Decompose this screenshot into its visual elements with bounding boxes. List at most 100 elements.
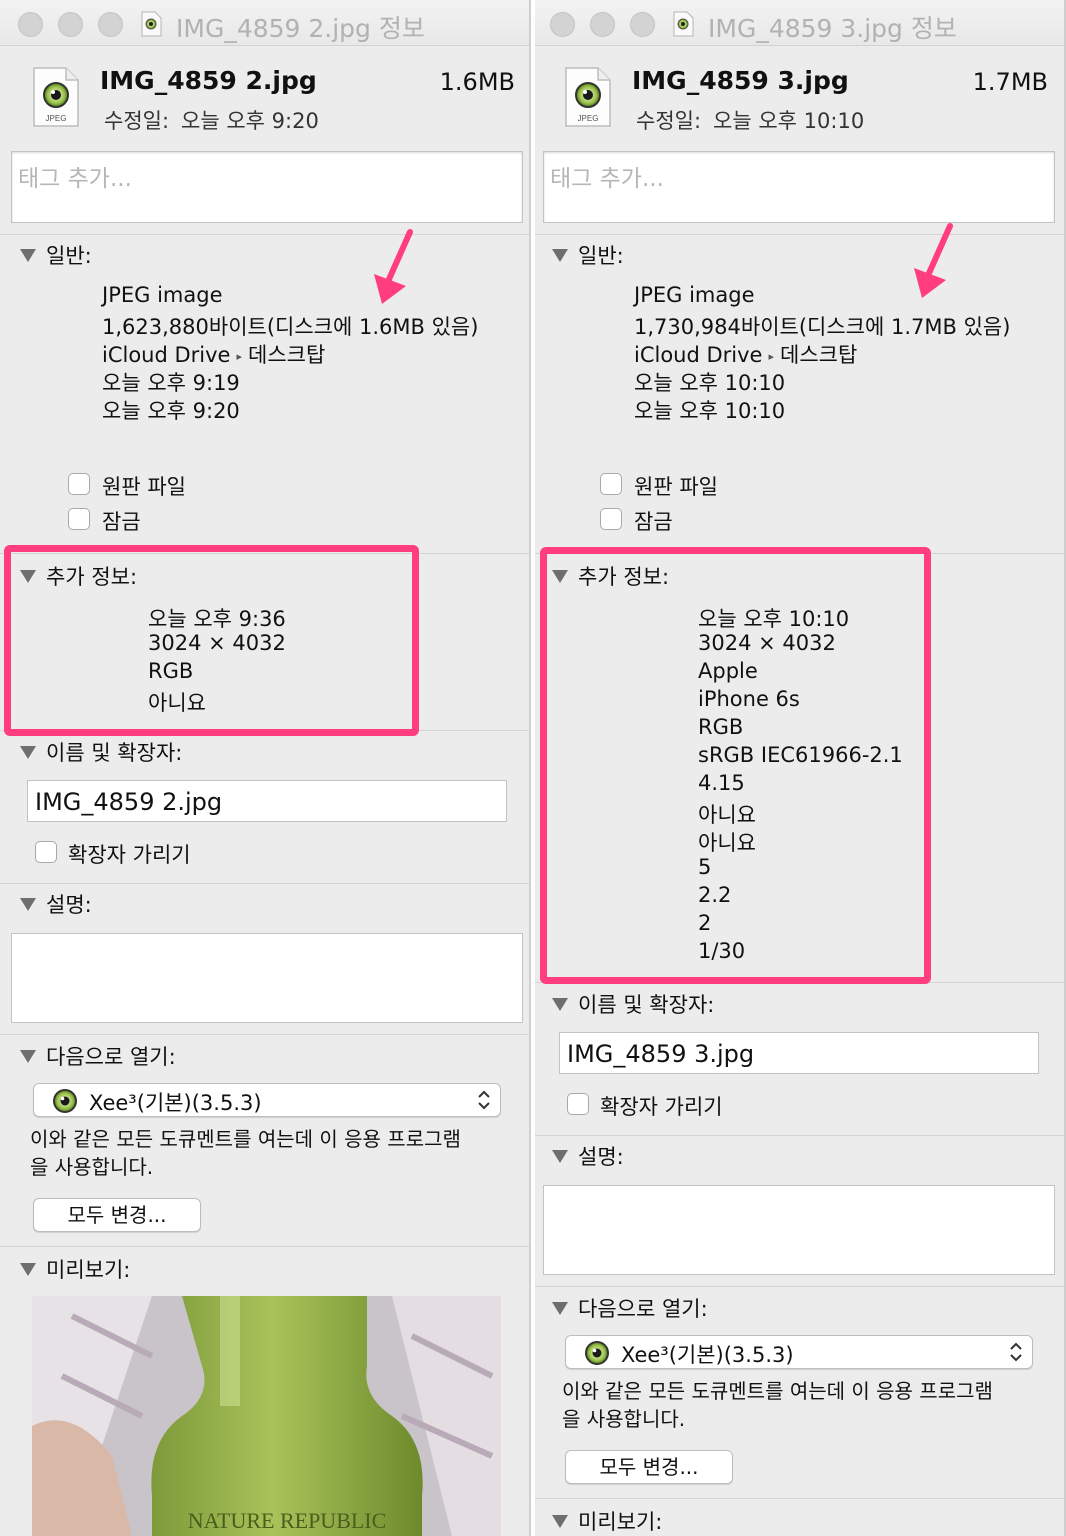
location-path[interactable]: iCloud Drive ▸ 데스크탑: [634, 339, 857, 369]
path-desktop: 데스크탑: [248, 343, 326, 367]
open-with-popup[interactable]: Xee³(기본)(3.5.3): [33, 1083, 501, 1117]
open-with-popup[interactable]: Xee³(기본)(3.5.3): [565, 1335, 1033, 1369]
preview-bottle-text: NATURE REPUBLIC: [188, 1508, 387, 1533]
locked-checkbox[interactable]: [68, 508, 90, 530]
jpeg-file-icon[interactable]: JPEG: [564, 66, 612, 128]
section-preview-header[interactable]: 미리보기:: [552, 1506, 662, 1536]
name-field[interactable]: IMG_4859 2.jpg: [27, 780, 507, 822]
stationery-checkbox[interactable]: [68, 473, 90, 495]
divider: [535, 1286, 1066, 1287]
comments-textarea[interactable]: [11, 933, 523, 1023]
close-button[interactable]: [550, 12, 575, 37]
annotation-arrow-icon: [374, 229, 413, 304]
path-icloud: iCloud Drive: [634, 343, 763, 367]
section-open-with-header[interactable]: 다음으로 열기:: [20, 1041, 176, 1071]
annotation-arrow-icon: [914, 223, 953, 298]
stationery-label: 원판 파일: [102, 475, 186, 499]
title-bar[interactable]: IMG_4859 2.jpg 정보: [0, 0, 531, 46]
divider: [0, 883, 531, 884]
path-separator-icon: ▸: [236, 350, 243, 363]
section-preview-title: 미리보기:: [578, 1510, 663, 1534]
section-general-title: 일반:: [578, 244, 624, 268]
file-size: 1.7MB: [972, 68, 1048, 96]
modified-value: 오늘 오후 9:20: [181, 109, 319, 133]
stationery-checkbox[interactable]: [600, 473, 622, 495]
close-button[interactable]: [18, 12, 43, 37]
divider: [0, 1246, 531, 1247]
window-title: IMG_4859 2.jpg 정보: [176, 14, 425, 43]
name-field[interactable]: IMG_4859 3.jpg: [559, 1032, 1039, 1074]
tag-input[interactable]: 태그 추가...: [11, 151, 523, 223]
section-open-with-title: 다음으로 열기:: [578, 1297, 708, 1321]
section-general-header[interactable]: 일반:: [552, 240, 624, 270]
disclosure-triangle-icon[interactable]: [552, 1150, 568, 1163]
tag-placeholder: 태그 추가...: [550, 166, 664, 192]
minimize-button[interactable]: [58, 12, 83, 37]
zoom-button[interactable]: [98, 12, 123, 37]
disclosure-triangle-icon[interactable]: [552, 998, 568, 1011]
locked-checkbox[interactable]: [600, 508, 622, 530]
file-name: IMG_4859 2.jpg: [100, 66, 317, 95]
comments-textarea[interactable]: [543, 1185, 1055, 1275]
tag-input[interactable]: 태그 추가...: [543, 151, 1055, 223]
row-value: 1,730,984바이트(디스크에 1.7MB 있음): [634, 315, 1011, 339]
section-general-title: 일반:: [46, 244, 92, 268]
title-bar[interactable]: IMG_4859 3.jpg 정보: [535, 0, 1066, 46]
disclosure-triangle-icon[interactable]: [20, 249, 36, 262]
hide-extension-checkbox[interactable]: [35, 841, 57, 863]
open-with-value: Xee³(기본)(3.5.3): [621, 1343, 794, 1367]
jpeg-file-icon[interactable]: [673, 11, 694, 37]
section-open-with-header[interactable]: 다음으로 열기:: [552, 1293, 708, 1323]
change-all-button[interactable]: 모두 변경...: [565, 1450, 733, 1484]
location-path[interactable]: iCloud Drive ▸ 데스크탑: [102, 339, 325, 369]
xee-app-icon: [585, 1341, 609, 1365]
jpeg-file-icon[interactable]: [141, 11, 162, 37]
row-value: 1,623,880바이트(디스크에 1.6MB 있음): [102, 315, 479, 339]
modified-date: 수정일: 오늘 오후 9:20: [104, 105, 319, 135]
section-preview-header[interactable]: 미리보기:: [20, 1254, 130, 1284]
section-name-ext-title: 이름 및 확장자:: [46, 741, 183, 765]
row-value: 오늘 오후 9:19: [102, 371, 240, 395]
zoom-button[interactable]: [630, 12, 655, 37]
file-type-label: JPEG: [578, 114, 599, 123]
file-type-label: JPEG: [46, 114, 67, 123]
minimize-button[interactable]: [590, 12, 615, 37]
disclosure-triangle-icon[interactable]: [20, 1263, 36, 1276]
section-name-ext-header[interactable]: 이름 및 확장자:: [20, 737, 182, 767]
section-comments-title: 설명:: [578, 1145, 624, 1169]
divider: [0, 1034, 531, 1035]
path-separator-icon: ▸: [768, 350, 775, 363]
disclosure-triangle-icon[interactable]: [20, 1050, 36, 1063]
change-all-button[interactable]: 모두 변경...: [33, 1198, 201, 1232]
path-icloud: iCloud Drive: [102, 343, 231, 367]
window-title: IMG_4859 3.jpg 정보: [708, 14, 957, 43]
section-comments-header[interactable]: 설명:: [20, 889, 92, 919]
disclosure-triangle-icon[interactable]: [552, 1302, 568, 1315]
divider: [0, 234, 531, 235]
open-with-value: Xee³(기본)(3.5.3): [89, 1091, 262, 1115]
hide-extension-checkbox[interactable]: [567, 1093, 589, 1115]
row-value: 오늘 오후 9:20: [102, 399, 240, 423]
open-with-note: 이와 같은 모든 도큐멘트를 여는데 이 응용 프로그램을 사용합니다.: [30, 1127, 461, 1179]
row-value: JPEG image: [634, 283, 755, 307]
disclosure-triangle-icon[interactable]: [552, 1515, 568, 1528]
popup-chevron-icon: [1010, 1342, 1022, 1362]
disclosure-triangle-icon[interactable]: [20, 746, 36, 759]
jpeg-file-icon[interactable]: JPEG: [32, 66, 80, 128]
disclosure-triangle-icon[interactable]: [552, 249, 568, 262]
modified-value: 오늘 오후 10:10: [713, 109, 865, 133]
section-comments-header[interactable]: 설명:: [552, 1141, 624, 1171]
disclosure-triangle-icon[interactable]: [20, 898, 36, 911]
section-name-ext-header[interactable]: 이름 및 확장자:: [552, 989, 714, 1019]
hide-extension-label: 확장자 가리기: [68, 843, 191, 867]
row-value: 오늘 오후 10:10: [634, 399, 786, 423]
section-comments-title: 설명:: [46, 893, 92, 917]
xee-app-icon: [53, 1089, 77, 1113]
section-general-header[interactable]: 일반:: [20, 240, 92, 270]
section-preview-title: 미리보기:: [46, 1258, 131, 1282]
hide-extension-label: 확장자 가리기: [600, 1095, 723, 1119]
popup-chevron-icon: [478, 1090, 490, 1110]
locked-label: 잠금: [634, 510, 673, 534]
divider: [535, 1498, 1066, 1499]
file-name: IMG_4859 3.jpg: [632, 66, 849, 95]
